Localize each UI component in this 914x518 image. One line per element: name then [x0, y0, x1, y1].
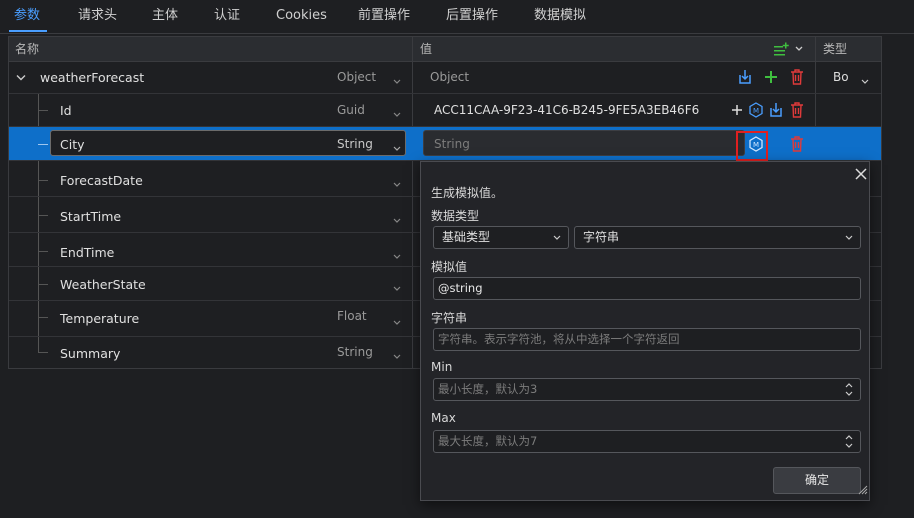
field-name[interactable]: Summary: [60, 346, 120, 361]
add-icon[interactable]: [729, 102, 745, 118]
tree-line: [38, 251, 48, 252]
data-subtype-select-value: 字符串: [583, 230, 620, 244]
min-placeholder: 最小长度，默认为3: [438, 382, 538, 396]
max-label: Max: [431, 411, 456, 425]
delete-icon[interactable]: [789, 102, 805, 118]
svg-text:M: M: [753, 107, 759, 115]
chevron-down-icon[interactable]: [393, 177, 403, 187]
spinner-icon[interactable]: [844, 433, 854, 450]
chevron-down-icon[interactable]: [393, 315, 403, 325]
field-value[interactable]: ACC11CAA-9F23-41C6-B245-9FE5A3EB46F6: [434, 103, 699, 117]
chevron-down-icon[interactable]: [13, 70, 29, 86]
tab-body[interactable]: 主体: [152, 0, 178, 34]
tab-pre-actions[interactable]: 前置操作: [358, 0, 410, 34]
confirm-button[interactable]: 确定: [773, 467, 861, 494]
chevron-down-icon[interactable]: [794, 41, 804, 57]
column-divider: [815, 37, 816, 61]
field-value-input[interactable]: [423, 130, 745, 156]
extra-type-value[interactable]: Bo: [833, 70, 849, 84]
import-icon[interactable]: [737, 69, 753, 85]
data-type-select-value: 基础类型: [442, 230, 491, 244]
chevron-down-icon[interactable]: [393, 249, 403, 259]
tab-data-mock[interactable]: 数据模拟: [534, 0, 586, 34]
min-input[interactable]: 最小长度，默认为3: [433, 378, 861, 401]
close-icon[interactable]: [853, 166, 869, 182]
tree-line: [38, 180, 48, 181]
tree-line: [38, 215, 48, 216]
chevron-down-icon[interactable]: [393, 281, 403, 291]
min-label: Min: [431, 360, 453, 374]
chevron-down-icon[interactable]: [393, 349, 403, 359]
highlight-box: [736, 131, 768, 161]
field-name[interactable]: StartTime: [60, 209, 121, 224]
field-type[interactable]: String: [337, 345, 373, 359]
chevron-down-icon: [553, 235, 561, 240]
column-header-name: 名称: [15, 42, 40, 56]
active-tab-indicator: [9, 30, 47, 32]
chevron-down-icon[interactable]: [393, 141, 403, 151]
field-value[interactable]: Object: [430, 70, 469, 84]
chevron-down-icon[interactable]: [393, 213, 403, 223]
spinner-icon[interactable]: [844, 381, 854, 398]
tab-auth[interactable]: 认证: [214, 0, 240, 34]
field-type[interactable]: Guid: [337, 103, 365, 117]
field-name[interactable]: ForecastDate: [60, 173, 143, 188]
chevron-down-icon: [845, 235, 853, 240]
field-name[interactable]: WeatherState: [60, 277, 146, 292]
data-subtype-select[interactable]: 字符串: [574, 226, 861, 249]
add-child-icon[interactable]: [773, 41, 791, 57]
field-type[interactable]: String: [337, 137, 373, 151]
mock-value-input[interactable]: @string: [433, 277, 861, 300]
table-header: 名称 值 类型: [8, 36, 882, 62]
chevron-down-icon[interactable]: [393, 107, 403, 117]
max-input[interactable]: 最大长度，默认为7: [433, 430, 861, 453]
field-name[interactable]: Id: [60, 103, 72, 118]
tab-bar: 参数 请求头 主体 认证 Cookies 前置操作 后置操作 数据模拟: [0, 0, 914, 34]
tab-params[interactable]: 参数: [14, 0, 40, 34]
mock-value-popup: 生成模拟值。 数据类型 基础类型 字符串 模拟值 @string 字符串 字符串…: [420, 161, 870, 501]
mock-value-label: 模拟值: [431, 260, 468, 274]
add-icon[interactable]: [763, 69, 779, 85]
field-value-placeholder: String: [434, 137, 470, 151]
tree-line: [38, 352, 48, 353]
string-input[interactable]: 字符串。表示字符池，将从中选择一个字符返回: [433, 328, 861, 351]
field-name[interactable]: City: [60, 137, 85, 152]
tab-cookies[interactable]: Cookies: [276, 0, 327, 34]
field-type[interactable]: Object: [337, 70, 376, 84]
tab-headers[interactable]: 请求头: [78, 0, 117, 34]
tree-line: [38, 317, 48, 318]
chevron-down-icon[interactable]: [393, 74, 403, 84]
column-header-value: 值: [420, 42, 433, 56]
tree-line: [38, 110, 48, 111]
field-name[interactable]: weatherForecast: [40, 70, 144, 85]
field-name[interactable]: EndTime: [60, 245, 114, 260]
delete-icon[interactable]: [789, 69, 805, 85]
resize-handle-icon[interactable]: [857, 484, 869, 496]
popup-title: 生成模拟值。: [431, 186, 504, 200]
max-placeholder: 最大长度，默认为7: [438, 434, 538, 448]
tree-line: [38, 144, 48, 145]
tree-line: [38, 284, 48, 285]
mock-icon[interactable]: M: [748, 102, 764, 118]
column-header-type: 类型: [823, 42, 848, 56]
string-label: 字符串: [431, 311, 468, 325]
field-type[interactable]: Float: [337, 309, 367, 323]
chevron-down-icon[interactable]: [861, 74, 871, 84]
data-type-select[interactable]: 基础类型: [433, 226, 569, 249]
column-divider: [412, 37, 413, 61]
delete-icon[interactable]: [789, 136, 805, 152]
table-row[interactable]: weatherForecast Object Object Bo: [9, 62, 881, 94]
tab-post-actions[interactable]: 后置操作: [446, 0, 498, 34]
data-type-label: 数据类型: [431, 209, 480, 223]
field-name[interactable]: Temperature: [60, 311, 139, 326]
import-icon[interactable]: [768, 102, 784, 118]
table-row[interactable]: Id Guid ACC11CAA-9F23-41C6-B245-9FE5A3EB…: [9, 94, 881, 127]
